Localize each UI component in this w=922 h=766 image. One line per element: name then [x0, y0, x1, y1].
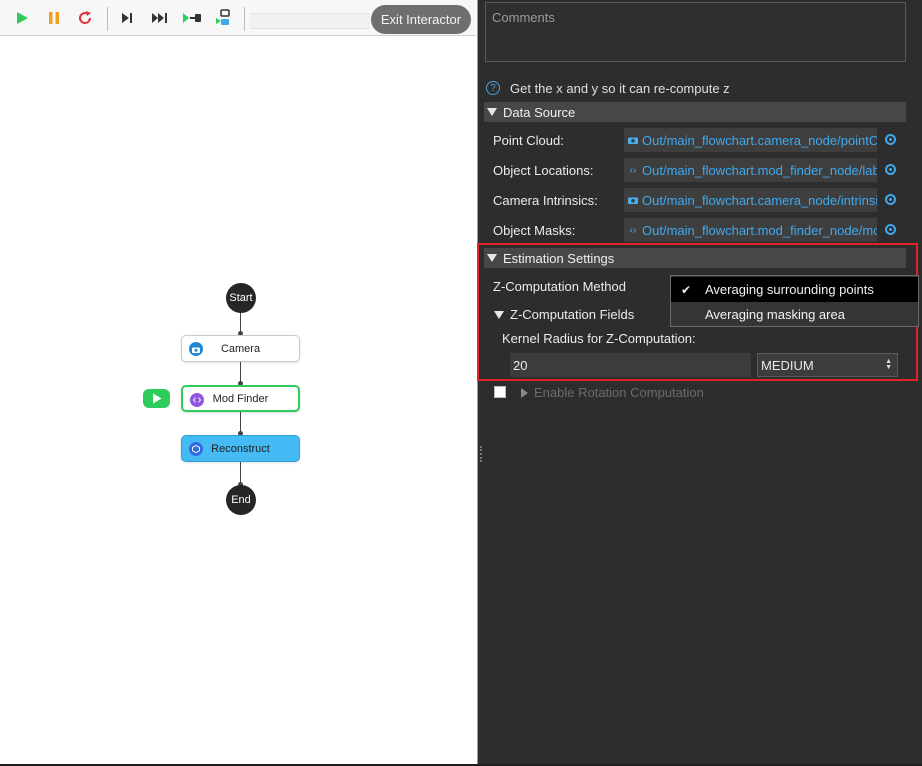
option-label: Averaging masking area — [705, 307, 845, 322]
rotation-checkbox[interactable] — [494, 386, 506, 398]
code-icon — [190, 393, 204, 407]
camera-intrinsics-link[interactable]: Out/main_flowchart.camera_node/intrinsi — [624, 188, 877, 212]
field-label: Object Masks: — [493, 223, 576, 238]
target-icon[interactable] — [885, 194, 896, 205]
flowchart: Start Camera Mod Finder Reconstruct End — [0, 0, 478, 766]
camera-intrinsics-row: Camera Intrinsics: Out/main_flowchart.ca… — [484, 188, 906, 214]
check-icon: ✔ — [680, 282, 692, 297]
section-title: Data Source — [503, 104, 576, 120]
help-icon[interactable]: ? — [486, 81, 500, 95]
camera-icon — [626, 196, 640, 204]
node-label: Reconstruct — [211, 442, 270, 455]
dropdown-option[interactable]: Averaging masking area — [671, 302, 918, 327]
object-locations-row: Object Locations: ‹› Out/main_flowchart.… — [484, 158, 906, 184]
camera-icon — [189, 342, 203, 356]
object-masks-row: Object Masks: ‹› Out/main_flowchart.mod_… — [484, 218, 906, 244]
data-source-header[interactable]: Data Source — [484, 102, 906, 122]
link-text: Out/main_flowchart.camera_node/pointC — [642, 132, 877, 148]
field-label: Object Locations: — [493, 163, 594, 178]
expand-triangle-icon[interactable] — [521, 388, 528, 398]
comments-field[interactable]: Comments — [485, 2, 906, 62]
mod-finder-node[interactable]: Mod Finder — [181, 385, 300, 412]
camera-node[interactable]: Camera — [181, 335, 300, 362]
field-label: Point Cloud: — [493, 133, 564, 148]
link-text: Out/main_flowchart.camera_node/intrinsi — [642, 192, 877, 208]
current-node-play-icon[interactable] — [143, 389, 170, 408]
target-icon[interactable] — [885, 164, 896, 175]
target-icon[interactable] — [885, 134, 896, 145]
start-node[interactable]: Start — [226, 283, 256, 313]
help-text: Get the x and y so it can re-compute z — [510, 80, 730, 96]
end-node[interactable]: End — [226, 485, 256, 515]
code-icon: ‹› — [629, 164, 637, 176]
properties-panel: Comments ? Get the x and y so it can re-… — [484, 0, 922, 766]
code-icon: ‹› — [629, 224, 637, 236]
target-icon[interactable] — [885, 224, 896, 235]
object-locations-link[interactable]: ‹› Out/main_flowchart.mod_finder_node/la… — [624, 158, 877, 182]
reconstruct-node[interactable]: Reconstruct — [181, 435, 300, 462]
camera-icon — [626, 136, 640, 144]
dropdown-option[interactable]: ✔ Averaging surrounding points — [671, 277, 918, 302]
link-text: Out/main_flowchart.mod_finder_node/lab — [642, 162, 877, 178]
node-label: Camera — [220, 342, 261, 355]
node-label: Mod Finder — [212, 392, 269, 405]
z-method-dropdown[interactable]: ✔ Averaging surrounding points Averaging… — [670, 275, 919, 327]
object-masks-link[interactable]: ‹› Out/main_flowchart.mod_finder_node/mo — [624, 218, 877, 242]
cube-icon — [189, 442, 203, 456]
point-cloud-row: Point Cloud: Out/main_flowchart.camera_n… — [484, 128, 906, 154]
link-text: Out/main_flowchart.mod_finder_node/mo — [642, 222, 877, 238]
collapse-triangle-icon — [487, 108, 497, 116]
field-label: Camera Intrinsics: — [493, 193, 598, 208]
flowchart-canvas[interactable]: Exit Interactor Start Camera Mod Finder — [0, 0, 478, 766]
point-cloud-link[interactable]: Out/main_flowchart.camera_node/pointC — [624, 128, 877, 152]
splitter-grip[interactable] — [480, 446, 482, 462]
option-label: Averaging surrounding points — [705, 282, 874, 297]
help-row: ? Get the x and y so it can re-compute z — [484, 78, 730, 98]
rotation-label: Enable Rotation Computation — [534, 385, 704, 400]
